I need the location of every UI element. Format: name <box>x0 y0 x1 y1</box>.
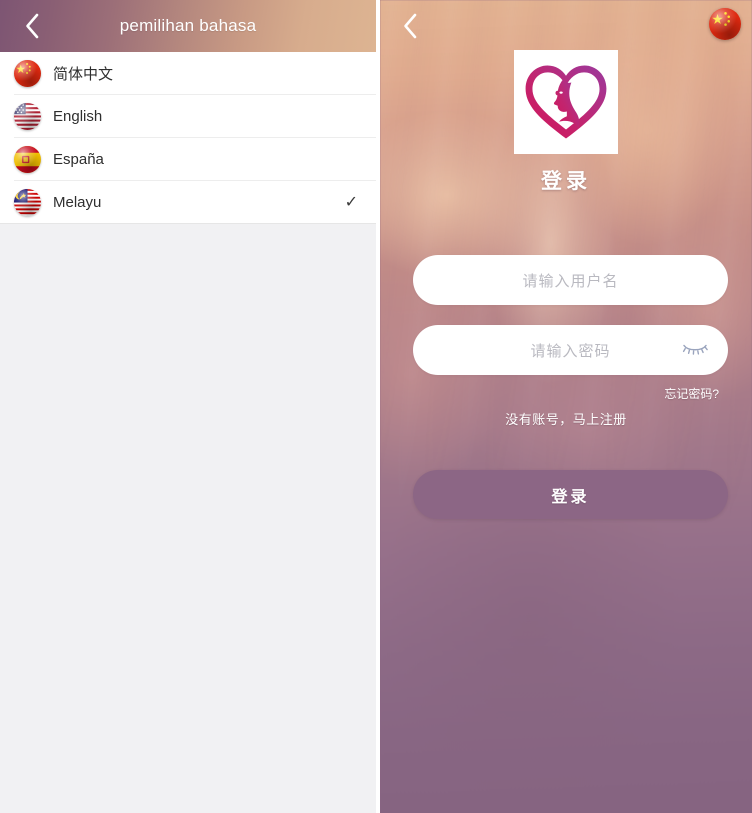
language-list: 简体中文 ✓ <box>0 52 376 224</box>
list-item-chinese[interactable]: 简体中文 ✓ <box>0 52 376 95</box>
flag-china-icon <box>14 60 41 87</box>
login-heading: 登录 <box>541 170 591 193</box>
list-item-spanish[interactable]: España ✓ <box>0 138 376 181</box>
check-icon: ✓ <box>344 193 358 211</box>
flag-malaysia-icon <box>14 189 41 216</box>
list-item-english[interactable]: English ✓ <box>0 95 376 138</box>
page-title: pemilihan bahasa <box>119 16 257 35</box>
chevron-left-icon <box>21 11 43 41</box>
app-logo <box>514 50 618 154</box>
username-input[interactable]: 请输入用户名 <box>413 255 728 305</box>
password-input[interactable]: 请输入密码 <box>413 325 728 375</box>
list-item-label: English <box>53 108 103 125</box>
list-item-label: 简体中文 <box>53 66 114 83</box>
login-submit-button[interactable]: 登录 <box>413 470 728 519</box>
eye-closed-icon <box>682 340 708 361</box>
language-flag-badge-button[interactable] <box>709 8 741 40</box>
list-item-malay[interactable]: Melayu ✓ <box>0 181 376 224</box>
list-item-label: España <box>53 151 104 168</box>
app-root: pemilihan bahasa 简体中文 ✓ <box>0 0 752 813</box>
flag-gloss <box>709 8 741 40</box>
language-header: pemilihan bahasa <box>0 0 376 52</box>
flag-usa-icon <box>14 103 41 130</box>
panel-empty-area <box>0 224 376 813</box>
back-button[interactable] <box>12 0 52 52</box>
username-placeholder: 请输入用户名 <box>522 272 619 290</box>
heart-woman-logo-icon <box>523 62 609 142</box>
chevron-left-icon <box>399 11 421 46</box>
login-content: 登录 请输入用户名 请输入密码 忘记密码? 没有账号，马上注册 登录 <box>380 0 752 813</box>
login-panel: 登录 请输入用户名 请输入密码 忘记密码? 没有账号，马上注册 登录 <box>380 0 752 813</box>
password-visibility-toggle[interactable] <box>680 338 710 362</box>
forgot-password-link[interactable]: 忘记密码? <box>664 385 719 402</box>
flag-spain-icon <box>14 146 41 173</box>
login-back-button[interactable] <box>390 8 430 48</box>
password-placeholder: 请输入密码 <box>530 342 611 360</box>
language-selection-panel: pemilihan bahasa 简体中文 ✓ <box>0 0 376 813</box>
register-link[interactable]: 没有账号，马上注册 <box>380 409 752 428</box>
list-item-label: Melayu <box>53 194 102 211</box>
